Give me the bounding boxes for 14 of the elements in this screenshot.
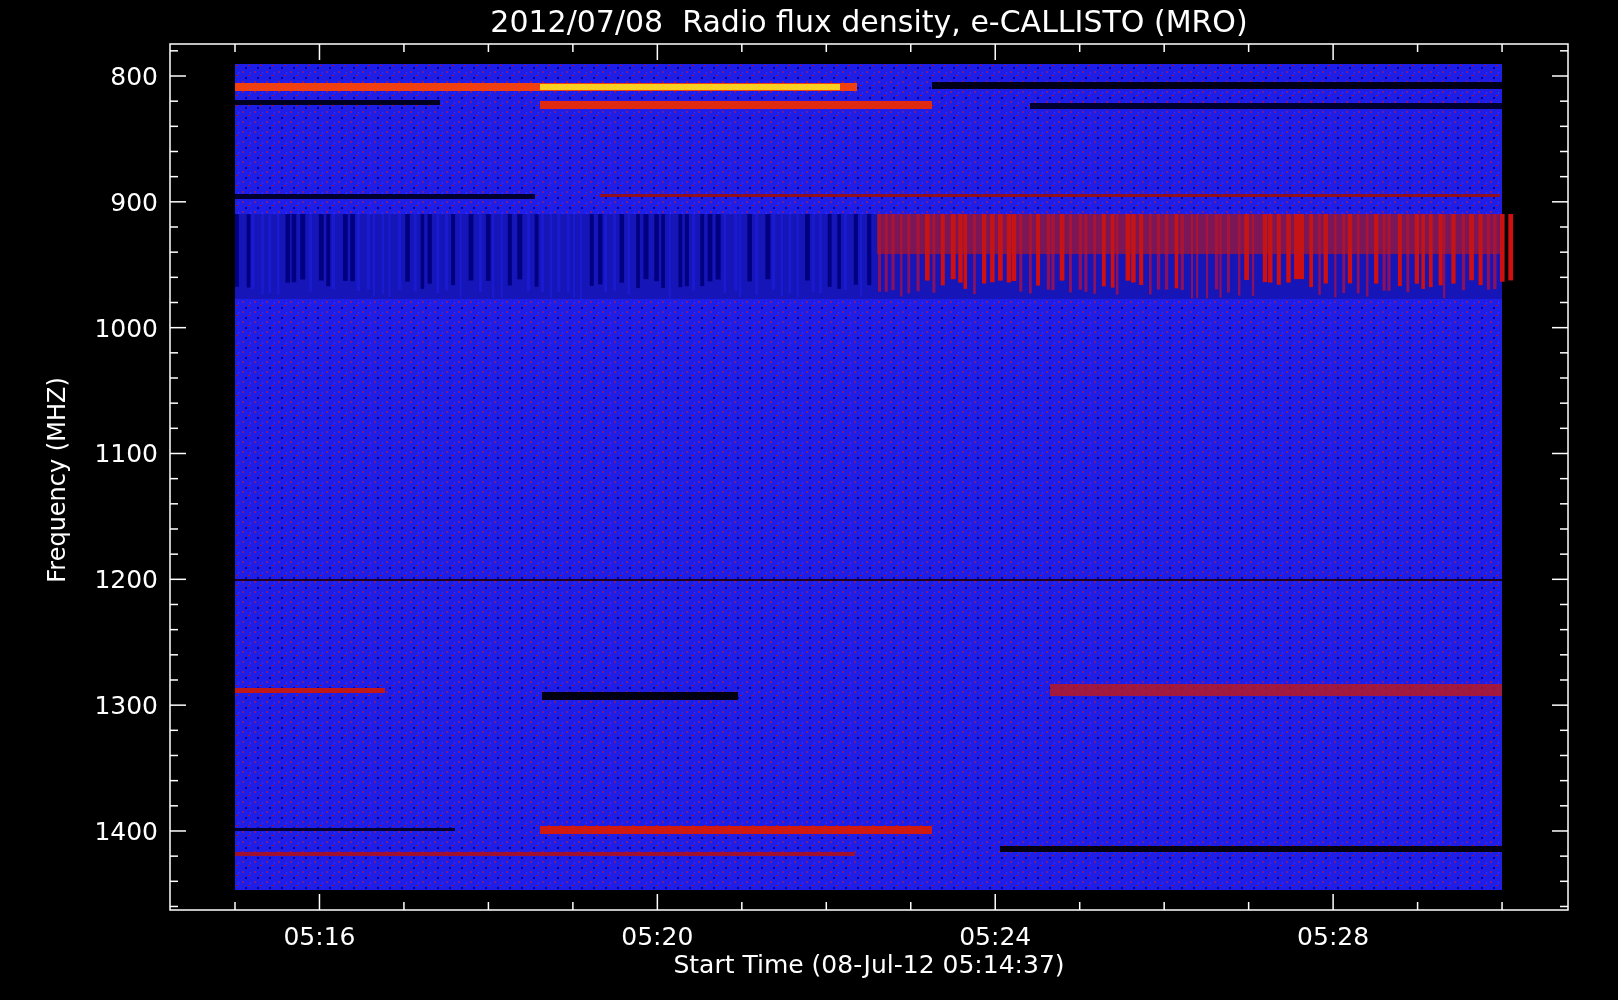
tick-label: 05:20 xyxy=(621,922,694,951)
tick-label: 1100 xyxy=(94,439,158,469)
tick-label: 1300 xyxy=(94,691,158,721)
axis-label: Frequency (MHZ) xyxy=(43,377,71,583)
tick-label: 1400 xyxy=(94,817,158,846)
axis-label: Start Time (08-Jul-12 05:14:37) xyxy=(673,950,1065,979)
tick-label: 1200 xyxy=(94,565,158,595)
tick-label: 05:28 xyxy=(1297,922,1370,951)
tick-label: 05:24 xyxy=(959,922,1032,951)
tick-label: 1000 xyxy=(94,313,158,343)
tick-label: 900 xyxy=(110,187,158,217)
tick-label: 05:16 xyxy=(283,922,356,951)
plot-title: 2012/07/08 Radio flux density, e-CALLISTO (MRO) xyxy=(490,4,1248,39)
tick-label: 800 xyxy=(110,62,158,91)
